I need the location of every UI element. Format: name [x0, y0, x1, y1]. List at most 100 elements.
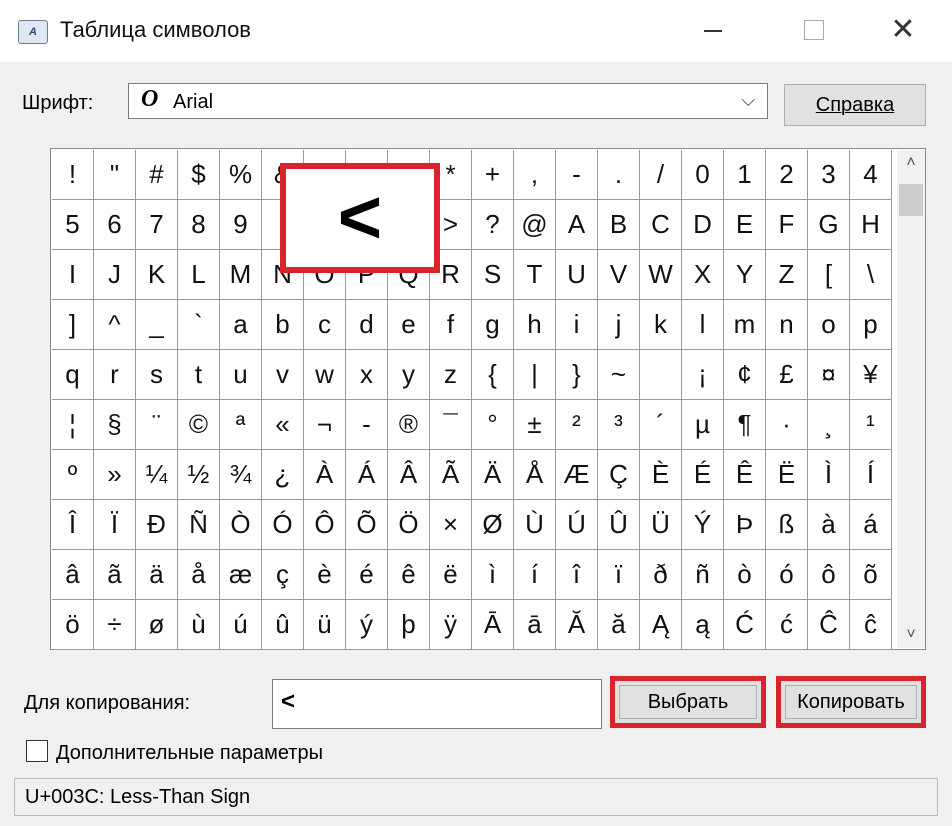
char-cell[interactable]: #: [136, 150, 178, 200]
char-cell[interactable]: Ë: [766, 450, 808, 500]
char-cell[interactable]: E: [724, 200, 766, 250]
char-cell[interactable]: m: [724, 300, 766, 350]
char-cell[interactable]: ô: [808, 550, 850, 600]
char-cell[interactable]: W: [640, 250, 682, 300]
char-cell[interactable]: Ą: [640, 600, 682, 650]
char-cell[interactable]: Ê: [724, 450, 766, 500]
char-cell[interactable]: ?: [472, 200, 514, 250]
char-cell[interactable]: þ: [388, 600, 430, 650]
char-cell[interactable]: ~: [598, 350, 640, 400]
char-cell[interactable]: v: [262, 350, 304, 400]
char-cell[interactable]: ³: [598, 400, 640, 450]
select-button-highlight[interactable]: Выбрать: [610, 676, 766, 728]
char-cell[interactable]: .: [598, 150, 640, 200]
char-cell[interactable]: Ã: [430, 450, 472, 500]
char-cell[interactable]: Ô: [304, 500, 346, 550]
char-cell[interactable]: ±: [514, 400, 556, 450]
char-cell[interactable]: 8: [178, 200, 220, 250]
char-cell[interactable]: G: [808, 200, 850, 250]
char-cell[interactable]: [640, 350, 682, 400]
char-cell[interactable]: 2: [766, 150, 808, 200]
char-cell[interactable]: Ú: [556, 500, 598, 550]
char-cell[interactable]: ã: [94, 550, 136, 600]
char-cell[interactable]: [: [808, 250, 850, 300]
char-cell[interactable]: ø: [136, 600, 178, 650]
char-cell[interactable]: ð: [640, 550, 682, 600]
char-cell[interactable]: B: [598, 200, 640, 250]
char-cell[interactable]: 0: [682, 150, 724, 200]
char-cell[interactable]: ¸: [808, 400, 850, 450]
maximize-icon[interactable]: [790, 10, 836, 50]
char-cell[interactable]: Ï: [94, 500, 136, 550]
copy-input[interactable]: <: [272, 679, 602, 729]
char-cell[interactable]: V: [598, 250, 640, 300]
char-cell[interactable]: Ĉ: [808, 600, 850, 650]
char-cell[interactable]: »: [94, 450, 136, 500]
char-cell[interactable]: Ć: [724, 600, 766, 650]
char-cell[interactable]: ü: [304, 600, 346, 650]
char-cell[interactable]: è: [304, 550, 346, 600]
char-cell[interactable]: Ý: [682, 500, 724, 550]
char-cell[interactable]: 6: [94, 200, 136, 250]
char-cell[interactable]: ª: [220, 400, 262, 450]
char-cell[interactable]: S: [472, 250, 514, 300]
char-cell[interactable]: ]: [52, 300, 94, 350]
char-cell[interactable]: T: [514, 250, 556, 300]
char-cell[interactable]: ×: [430, 500, 472, 550]
char-cell[interactable]: $: [178, 150, 220, 200]
char-cell[interactable]: ÷: [94, 600, 136, 650]
char-cell[interactable]: ĉ: [850, 600, 892, 650]
char-cell[interactable]: o: [808, 300, 850, 350]
char-cell[interactable]: -: [556, 150, 598, 200]
char-cell[interactable]: D: [682, 200, 724, 250]
char-cell[interactable]: d: [346, 300, 388, 350]
chevron-down-icon[interactable]: ⌵: [741, 90, 755, 111]
scroll-down-icon[interactable]: ˅: [897, 622, 925, 648]
char-cell[interactable]: Ù: [514, 500, 556, 550]
char-cell[interactable]: ´: [640, 400, 682, 450]
char-cell[interactable]: H: [850, 200, 892, 250]
char-cell[interactable]: Ì: [808, 450, 850, 500]
char-cell[interactable]: y: [388, 350, 430, 400]
char-cell[interactable]: É: [682, 450, 724, 500]
char-cell[interactable]: u: [220, 350, 262, 400]
char-cell[interactable]: +: [472, 150, 514, 200]
char-cell[interactable]: Ā: [472, 600, 514, 650]
char-cell[interactable]: F: [766, 200, 808, 250]
char-cell[interactable]: Æ: [556, 450, 598, 500]
char-cell[interactable]: }: [556, 350, 598, 400]
char-cell[interactable]: ä: [136, 550, 178, 600]
char-cell[interactable]: ß: [766, 500, 808, 550]
font-dropdown[interactable]: O Arial ⌵: [128, 83, 768, 119]
char-cell[interactable]: b: [262, 300, 304, 350]
char-cell[interactable]: ā: [514, 600, 556, 650]
char-cell[interactable]: Ð: [136, 500, 178, 550]
char-cell[interactable]: Þ: [724, 500, 766, 550]
char-cell[interactable]: ": [94, 150, 136, 200]
char-cell[interactable]: t: [178, 350, 220, 400]
char-cell[interactable]: n: [766, 300, 808, 350]
char-cell[interactable]: ·: [766, 400, 808, 450]
char-cell[interactable]: ¼: [136, 450, 178, 500]
char-cell[interactable]: 1: [724, 150, 766, 200]
char-cell[interactable]: ý: [346, 600, 388, 650]
char-cell[interactable]: Ç: [598, 450, 640, 500]
char-cell[interactable]: ú: [220, 600, 262, 650]
char-cell[interactable]: â: [52, 550, 94, 600]
char-cell[interactable]: ă: [598, 600, 640, 650]
char-cell[interactable]: ¨: [136, 400, 178, 450]
char-cell[interactable]: Î: [52, 500, 94, 550]
char-cell[interactable]: ¡: [682, 350, 724, 400]
char-cell[interactable]: Å: [514, 450, 556, 500]
char-cell[interactable]: æ: [220, 550, 262, 600]
char-cell[interactable]: ÿ: [430, 600, 472, 650]
char-cell[interactable]: ¦: [52, 400, 94, 450]
help-button[interactable]: Справка: [784, 84, 926, 126]
char-cell[interactable]: ®: [388, 400, 430, 450]
char-cell[interactable]: j: [598, 300, 640, 350]
char-cell[interactable]: á: [850, 500, 892, 550]
char-cell[interactable]: x: [346, 350, 388, 400]
char-cell[interactable]: ò: [724, 550, 766, 600]
char-cell[interactable]: A: [556, 200, 598, 250]
select-button[interactable]: Выбрать: [619, 685, 757, 719]
